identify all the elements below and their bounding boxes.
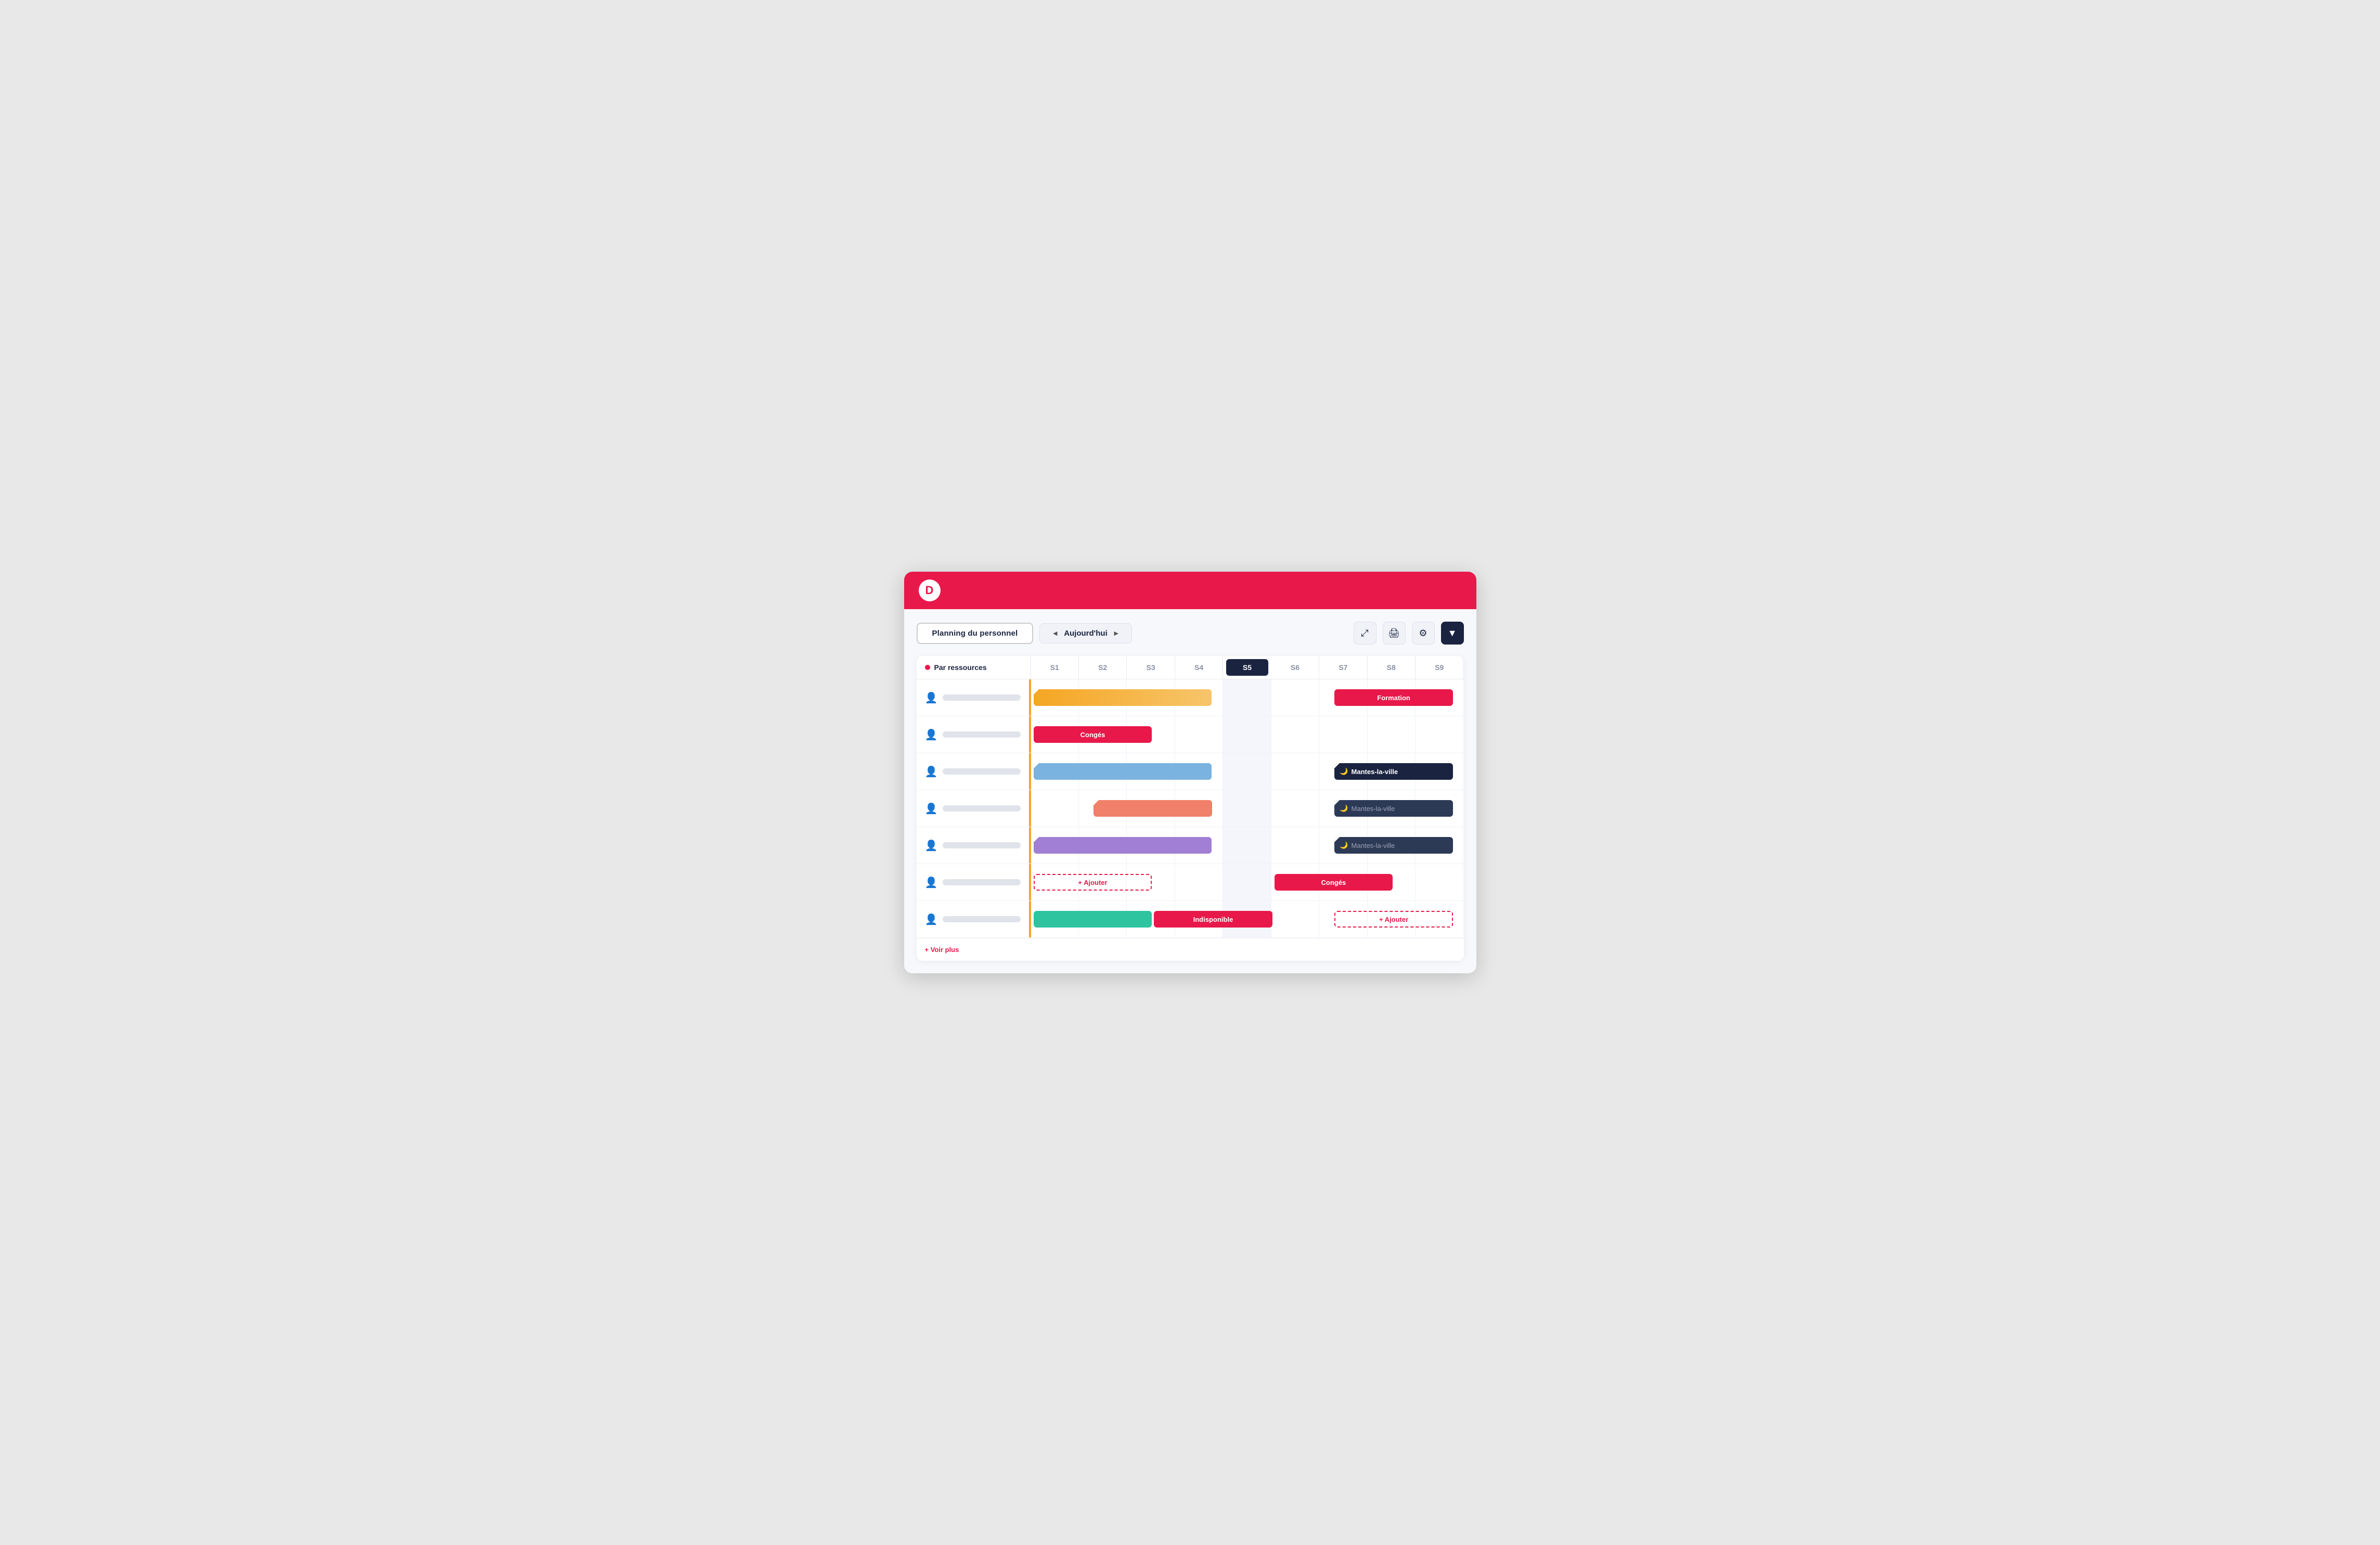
person-icon-6: 👤	[925, 876, 938, 889]
week-header-s3: S3	[1127, 656, 1175, 679]
person-icon-2: 👤	[925, 728, 938, 741]
person-icon-7: 👤	[925, 913, 938, 926]
next-arrow-icon[interactable]: ►	[1113, 629, 1120, 637]
planning-title-button[interactable]: Planning du personnel	[917, 623, 1034, 644]
moon-icon-r4: 🌙	[1340, 804, 1348, 813]
moon-icon-r3: 🌙	[1340, 767, 1348, 776]
event-conges-r6[interactable]: Congés	[1275, 874, 1393, 891]
event-darkcitymuted-r4[interactable]: 🌙 Mantes-la-ville	[1334, 800, 1452, 817]
planning-row-2: 👤 Congés	[917, 716, 1464, 753]
person-icon-5: 👤	[925, 839, 938, 852]
event-indisponible-r7[interactable]: Indisponible	[1154, 911, 1272, 928]
resource-name-1	[943, 694, 1020, 701]
person-icon-3: 👤	[925, 765, 938, 778]
week-header-s4: S4	[1175, 656, 1223, 679]
planning-row-7: 👤 Indisponible + Ajouter	[917, 901, 1464, 938]
week-header-s6: S6	[1271, 656, 1319, 679]
week-header-s9: S9	[1416, 656, 1463, 679]
event-purple-r5[interactable]	[1034, 837, 1212, 854]
planning-row-5: 👤 🌙 Mantes-la-ville	[917, 827, 1464, 864]
resource-cell-6: 👤	[917, 864, 1031, 900]
expand-icon: ⤢	[1361, 628, 1368, 639]
person-icon-1: 👤	[925, 691, 938, 704]
event-teal-r7[interactable]	[1034, 911, 1152, 928]
week-header-s1: S1	[1031, 656, 1079, 679]
event-conges-r2[interactable]: Congés	[1034, 726, 1152, 743]
planning-row-3: 👤 🌙 Mantes-la-ville	[917, 753, 1464, 790]
planning-grid: Par ressources S1 S2 S3 S4 S5 S6 S7 S8 S…	[917, 656, 1464, 961]
app-body: Planning du personnel ◄ Aujourd'hui ► ⤢ …	[904, 609, 1476, 973]
resource-name-5	[943, 842, 1020, 848]
week-header-s2: S2	[1079, 656, 1127, 679]
resource-cell-7: 👤	[917, 901, 1031, 937]
resource-cell-4: 👤	[917, 790, 1031, 827]
week-header-s5: S5	[1226, 659, 1268, 676]
event-yelloworange-r1[interactable]	[1034, 689, 1212, 706]
resource-name-7	[943, 916, 1020, 922]
settings-button[interactable]: ⚙	[1412, 622, 1435, 645]
person-icon-4: 👤	[925, 802, 938, 815]
event-darkcitymuted-r5[interactable]: 🌙 Mantes-la-ville	[1334, 837, 1452, 854]
resource-cell-5: 👤	[917, 827, 1031, 864]
print-icon: 🖨	[1388, 628, 1400, 639]
col-s5-r1	[1223, 679, 1271, 716]
event-ajouter-r6[interactable]: + Ajouter	[1034, 874, 1152, 891]
app-logo: D	[919, 580, 941, 601]
planning-header: Par ressources S1 S2 S3 S4 S5 S6 S7 S8 S…	[917, 656, 1464, 679]
week-header-s8: S8	[1368, 656, 1416, 679]
app-window: D Planning du personnel ◄ Aujourd'hui ► …	[904, 572, 1476, 973]
resource-cell-1: 👤	[917, 679, 1031, 716]
event-ajouter-r7[interactable]: + Ajouter	[1334, 911, 1452, 928]
print-button[interactable]: 🖨	[1383, 622, 1406, 645]
resource-cell-2: 👤	[917, 716, 1031, 753]
planning-row-4: 👤 🌙 Mantes-la-ville	[917, 790, 1464, 827]
app-header: D	[904, 572, 1476, 609]
resource-name-6	[943, 879, 1020, 885]
event-blue-r3[interactable]	[1034, 763, 1212, 780]
filter-button[interactable]: ▼	[1441, 622, 1464, 645]
resource-name-2	[943, 731, 1020, 738]
resource-name-3	[943, 768, 1020, 775]
resource-cell-3: 👤	[917, 753, 1031, 790]
event-darkcity-r3[interactable]: 🌙 Mantes-la-ville	[1334, 763, 1452, 780]
resource-dot-icon	[925, 665, 930, 670]
prev-arrow-icon[interactable]: ◄	[1051, 629, 1059, 637]
planning-row-6: 👤 + Ajouter Congés	[917, 864, 1464, 901]
col-s6-r1	[1271, 679, 1319, 716]
event-formation-r1[interactable]: Formation	[1334, 689, 1452, 706]
voir-plus-button[interactable]: + Voir plus	[917, 938, 1464, 961]
moon-icon-r5: 🌙	[1340, 841, 1348, 849]
filter-icon: ▼	[1448, 628, 1457, 639]
resource-header-label: Par ressources	[934, 663, 987, 672]
resource-header-cell: Par ressources	[917, 656, 1031, 679]
event-salmon-r4[interactable]	[1093, 800, 1212, 817]
settings-icon: ⚙	[1419, 628, 1427, 639]
week-header-s7: S7	[1319, 656, 1367, 679]
expand-button[interactable]: ⤢	[1354, 622, 1376, 645]
toolbar: Planning du personnel ◄ Aujourd'hui ► ⤢ …	[917, 622, 1464, 645]
resource-name-4	[943, 805, 1020, 812]
today-label: Aujourd'hui	[1064, 629, 1108, 638]
planning-row-1: 👤 Formation	[917, 679, 1464, 716]
today-nav[interactable]: ◄ Aujourd'hui ►	[1039, 623, 1131, 643]
